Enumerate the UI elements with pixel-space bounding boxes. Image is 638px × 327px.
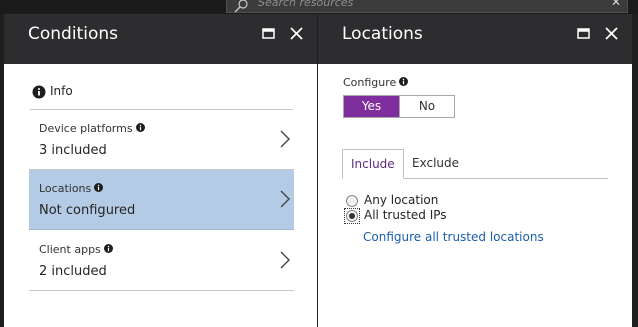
conditions-blade: Conditions Info Device platforms 3 inclu…: [3, 14, 317, 327]
chevron-right-icon: [279, 130, 291, 148]
chevron-right-icon: [279, 190, 291, 208]
radio-label: Any location: [364, 193, 439, 207]
configure-toggle[interactable]: Yes No: [343, 95, 455, 118]
condition-label: Locations: [39, 182, 104, 195]
radio-button[interactable]: [346, 195, 358, 207]
locations-title: Locations: [342, 24, 423, 44]
tab-exclude[interactable]: Exclude: [404, 149, 467, 179]
search-input[interactable]: Search resources ✕: [226, 0, 628, 13]
condition-client-apps[interactable]: Client apps 2 included: [29, 231, 294, 291]
search-icon: [233, 0, 249, 13]
locations-header: Locations: [318, 14, 632, 64]
no-button[interactable]: No: [399, 96, 454, 117]
condition-label: Client apps: [39, 243, 113, 256]
info-label: Info: [50, 84, 73, 98]
info-row[interactable]: Info: [30, 74, 293, 110]
info-icon: [103, 243, 113, 253]
configure-label: Configure: [343, 76, 409, 89]
tab-include[interactable]: Include: [342, 149, 404, 179]
info-icon: [135, 122, 145, 132]
condition-locations[interactable]: Locations Not configured: [29, 170, 294, 230]
conditions-title: Conditions: [28, 24, 118, 44]
info-icon: [399, 76, 409, 86]
condition-device-platforms[interactable]: Device platforms 3 included: [29, 110, 294, 170]
top-bar: Search resources ✕: [0, 0, 638, 14]
conditions-header: Conditions: [4, 14, 317, 64]
search-placeholder: Search resources: [258, 0, 354, 9]
maximize-icon[interactable]: [576, 26, 594, 44]
include-exclude-tabs: Include Exclude: [342, 149, 608, 179]
maximize-icon[interactable]: [261, 26, 279, 44]
close-icon[interactable]: [604, 26, 622, 44]
condition-value: 3 included: [39, 143, 107, 158]
configure-trusted-locations-link[interactable]: Configure all trusted locations: [363, 230, 544, 244]
condition-value: Not configured: [39, 203, 136, 218]
locations-blade: Locations Configure Yes No Include Exclu…: [318, 14, 632, 327]
radio-button[interactable]: [346, 210, 358, 222]
blade-gutter: [632, 14, 638, 327]
condition-value: 2 included: [39, 264, 107, 279]
info-icon: [32, 84, 46, 99]
close-icon[interactable]: ✕: [611, 0, 621, 9]
yes-button[interactable]: Yes: [344, 96, 399, 117]
condition-label: Device platforms: [39, 122, 145, 135]
info-icon: [94, 182, 104, 192]
chevron-right-icon: [279, 251, 291, 269]
radio-label: All trusted IPs: [364, 208, 447, 222]
close-icon[interactable]: [289, 26, 307, 44]
